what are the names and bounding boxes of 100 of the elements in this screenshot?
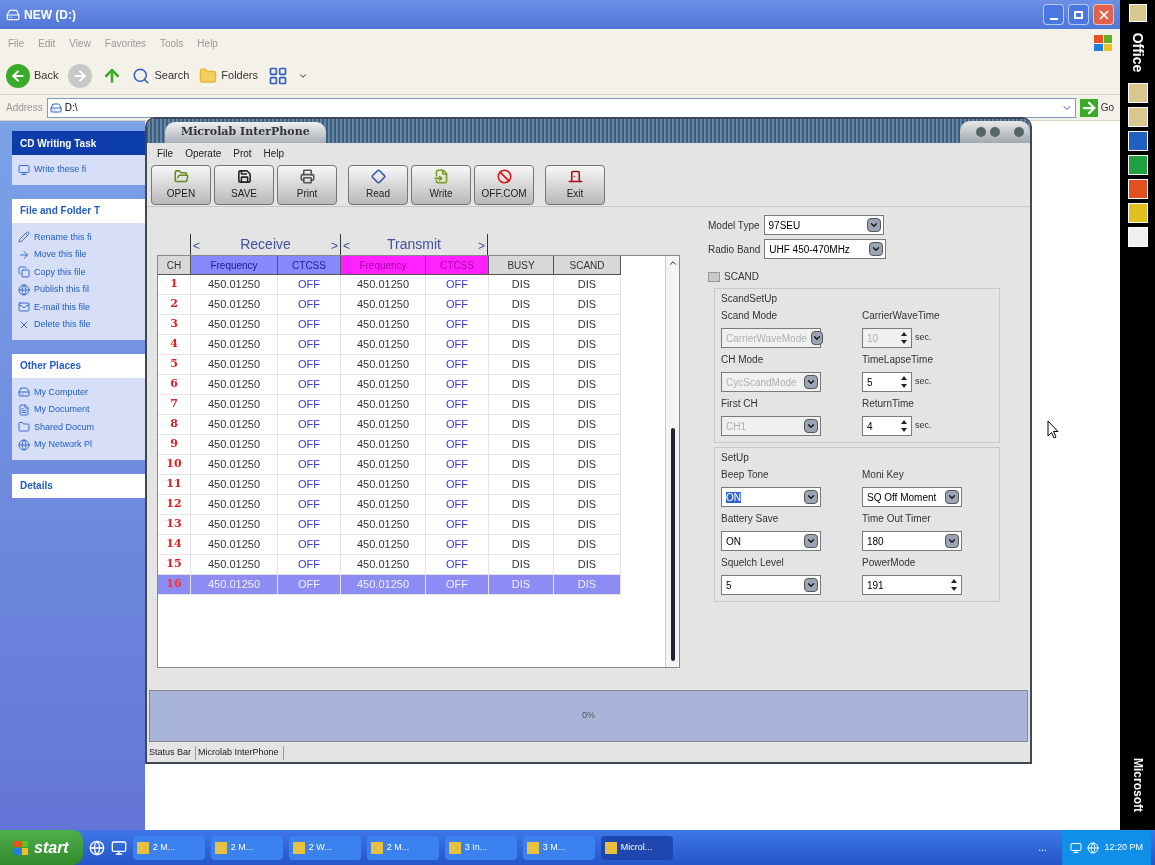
dropdown-field[interactable]: SQ Off Moment bbox=[862, 487, 962, 507]
table-row[interactable]: 5 450.01250 OFF 450.01250 OFF DIS DIS bbox=[158, 355, 621, 375]
table-row[interactable]: 9 450.01250 OFF 450.01250 OFF DIS DIS bbox=[158, 435, 621, 455]
dropdown-arrow-button[interactable] bbox=[804, 490, 818, 504]
task-link[interactable]: Delete this file bbox=[34, 318, 91, 332]
spinner-arrows-icon[interactable] bbox=[900, 419, 908, 433]
column-header[interactable]: BUSY bbox=[489, 256, 554, 275]
search-button[interactable]: Search bbox=[132, 66, 190, 85]
minimize-button[interactable] bbox=[976, 127, 986, 137]
task-link[interactable]: Rename this fi bbox=[34, 230, 92, 244]
spinner-arrows-icon[interactable] bbox=[900, 375, 908, 389]
menu-item[interactable]: Prot bbox=[233, 145, 252, 161]
table-row[interactable]: 11 450.01250 OFF 450.01250 OFF DIS DIS bbox=[158, 475, 621, 495]
toolbar-button[interactable]: Exit bbox=[545, 164, 605, 205]
dropdown-arrow-button[interactable] bbox=[804, 534, 818, 548]
dropdown-field[interactable]: 97SEU bbox=[763, 215, 884, 235]
panel-header[interactable]: File and Folder T bbox=[12, 198, 145, 223]
close-button[interactable] bbox=[1093, 4, 1114, 25]
task-link[interactable]: E-mail this file bbox=[34, 300, 90, 314]
task-link[interactable]: Publish this fil bbox=[34, 283, 90, 297]
dropdown-arrow-button[interactable] bbox=[866, 218, 881, 232]
tray-expand-button[interactable]: ... bbox=[1028, 840, 1057, 855]
dropdown-arrow-button[interactable] bbox=[869, 242, 884, 256]
office-app-icon[interactable] bbox=[1127, 155, 1148, 175]
tray-icon[interactable] bbox=[1070, 841, 1083, 854]
minimize-button[interactable] bbox=[1043, 4, 1064, 25]
table-row[interactable]: 4 450.01250 OFF 450.01250 OFF DIS DIS bbox=[158, 335, 621, 355]
task-link[interactable]: Write these fi bbox=[34, 163, 87, 177]
table-row[interactable]: 12 450.01250 OFF 450.01250 OFF DIS DIS bbox=[158, 495, 621, 515]
column-header[interactable]: CTCSS bbox=[278, 256, 341, 275]
taskbar-button[interactable]: Microl... bbox=[600, 835, 673, 860]
dropdown-field[interactable]: ON bbox=[721, 531, 821, 551]
toolbar-button[interactable]: OFF.COM bbox=[474, 164, 534, 205]
task-link[interactable]: My Computer bbox=[34, 385, 88, 399]
toolbar-button[interactable]: Print bbox=[277, 164, 337, 205]
column-header[interactable]: CH bbox=[158, 256, 191, 275]
task-link[interactable]: Copy this file bbox=[34, 265, 86, 279]
office-app-icon[interactable] bbox=[1127, 203, 1148, 223]
office-app-icon[interactable] bbox=[1127, 227, 1148, 247]
column-header[interactable]: Frequency bbox=[191, 256, 278, 275]
close-button[interactable] bbox=[1014, 127, 1024, 137]
spin-field[interactable]: 191 bbox=[862, 575, 962, 595]
menu-item[interactable]: Help bbox=[263, 145, 285, 161]
grid-icon[interactable] bbox=[268, 65, 288, 86]
taskbar-button[interactable]: 3 M... bbox=[522, 835, 595, 860]
dropdown-arrow-button[interactable] bbox=[804, 578, 818, 592]
dropdown-field[interactable]: 5 bbox=[721, 575, 821, 595]
office-app-icon[interactable] bbox=[1127, 179, 1148, 199]
scroll-up-icon[interactable] bbox=[667, 258, 678, 268]
toolbar-button[interactable]: Write bbox=[411, 164, 471, 205]
table-row[interactable]: 6 450.01250 OFF 450.01250 OFF DIS DIS bbox=[158, 375, 621, 395]
table-row[interactable]: 7 450.01250 OFF 450.01250 OFF DIS DIS bbox=[158, 395, 621, 415]
maximize-button[interactable] bbox=[990, 127, 1000, 137]
back-button[interactable]: Back bbox=[6, 63, 59, 88]
panel-header[interactable]: Other Places bbox=[12, 353, 145, 378]
taskbar-button[interactable]: 3 In... bbox=[444, 835, 517, 860]
address-field[interactable]: D:\ bbox=[46, 97, 1076, 118]
scrollbar[interactable] bbox=[665, 256, 679, 667]
dropdown-field[interactable]: ON bbox=[721, 487, 821, 507]
task-link[interactable]: Shared Docum bbox=[34, 420, 95, 434]
task-link[interactable]: My Document bbox=[34, 403, 90, 417]
office-app-icon[interactable] bbox=[1127, 107, 1148, 127]
office-app-icon[interactable] bbox=[1127, 131, 1148, 151]
quick-launch-icon[interactable] bbox=[110, 839, 127, 856]
taskbar-button[interactable]: 2 M... bbox=[132, 835, 205, 860]
dropdown-arrow-button[interactable] bbox=[945, 534, 959, 548]
dropdown-field[interactable]: UHF 450-470MHz bbox=[764, 239, 887, 259]
column-header[interactable]: SCAND bbox=[554, 256, 621, 275]
office-app-icon[interactable] bbox=[1127, 83, 1148, 103]
toolbar-button[interactable]: SAVE bbox=[214, 164, 274, 205]
quick-launch-icon[interactable] bbox=[88, 839, 105, 856]
table-row[interactable]: 1 450.01250 OFF 450.01250 OFF DIS DIS bbox=[158, 275, 621, 295]
spin-field[interactable]: 5 bbox=[862, 372, 912, 392]
table-row[interactable]: 13 450.01250 OFF 450.01250 OFF DIS DIS bbox=[158, 515, 621, 535]
table-row[interactable]: 2 450.01250 OFF 450.01250 OFF DIS DIS bbox=[158, 295, 621, 315]
toolbar-button[interactable]: Read bbox=[348, 164, 408, 205]
dropdown-arrow-button[interactable] bbox=[945, 490, 959, 504]
table-row[interactable]: 14 450.01250 OFF 450.01250 OFF DIS DIS bbox=[158, 535, 621, 555]
tray-icon[interactable] bbox=[1087, 841, 1100, 854]
table-row[interactable]: 10 450.01250 OFF 450.01250 OFF DIS DIS bbox=[158, 455, 621, 475]
taskbar-button[interactable]: 2 M... bbox=[366, 835, 439, 860]
menu-item[interactable]: File bbox=[157, 145, 174, 161]
panel-header[interactable]: CD Writing Task bbox=[12, 131, 145, 155]
taskbar-button[interactable]: 2 W... bbox=[288, 835, 361, 860]
table-row[interactable]: 3 450.01250 OFF 450.01250 OFF DIS DIS bbox=[158, 315, 621, 335]
office-app-icon[interactable] bbox=[1128, 4, 1147, 22]
panel-header[interactable]: Details bbox=[12, 473, 145, 498]
menu-item[interactable]: Operate bbox=[185, 145, 222, 161]
go-button[interactable]: Go bbox=[1079, 98, 1114, 117]
spin-field[interactable]: 4 bbox=[862, 416, 912, 436]
table-row[interactable]: 8 450.01250 OFF 450.01250 OFF DIS DIS bbox=[158, 415, 621, 435]
folders-button[interactable]: Folders bbox=[199, 66, 258, 85]
task-link[interactable]: My Network Pl bbox=[34, 438, 92, 452]
dropdown-field[interactable]: 180 bbox=[862, 531, 962, 551]
spinner-arrows-icon[interactable] bbox=[950, 578, 958, 592]
toolbar-button[interactable]: OPEN bbox=[151, 164, 211, 205]
maximize-button[interactable] bbox=[1068, 4, 1089, 25]
taskbar-button[interactable]: 2 M... bbox=[210, 835, 283, 860]
task-link[interactable]: Move this file bbox=[34, 248, 87, 262]
checkbox[interactable] bbox=[708, 271, 720, 282]
